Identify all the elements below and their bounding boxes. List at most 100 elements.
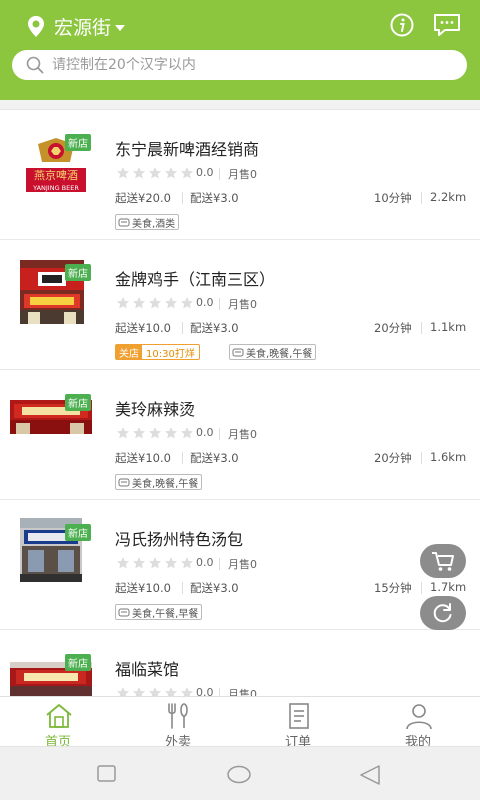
star-icon [117,297,129,309]
category-tag: 美食,晚餐,午餐 [229,344,317,360]
delivery-fee: 配送¥3.0 [190,451,239,465]
home-nav-icon[interactable] [226,765,252,785]
star-icon [181,687,193,696]
divider [182,322,183,334]
shop-name: 福临菜馆 [115,660,180,679]
star-rating [116,426,196,440]
star-icon [165,687,177,696]
order-icon [289,703,309,729]
divider [421,582,422,594]
divider [219,428,220,440]
shop-item[interactable]: 新店 美玲麻辣烫 0.0 月售0 起送¥10.0 配送¥3.0 20分钟 1.6… [0,370,480,500]
tab-profile[interactable]: 我的 [360,697,480,750]
monthly-sales: 月售0 [228,428,257,441]
info-icon[interactable] [388,12,418,38]
new-shop-badge: 新店 [65,394,91,411]
tag-text: 美食,晚餐,午餐 [132,478,199,490]
cart-button[interactable] [420,544,466,578]
star-rating [116,166,196,180]
shop-item[interactable]: 燕京啤酒 YANJING BEER 新店 东宁晨新啤酒经销商 0.0 月售0 起… [0,110,480,240]
refresh-button[interactable] [420,596,466,630]
bottom-tab-bar: 首页 外卖 订单 我的 [0,696,480,750]
star-icon [117,687,129,696]
divider [421,192,422,204]
min-order: 起送¥10.0 [115,451,171,465]
tab-takeout[interactable]: 外卖 [120,697,240,750]
star-icon [165,557,177,569]
divider [219,168,220,180]
star-icon [149,167,161,179]
recent-apps-icon[interactable] [97,765,117,783]
category-tag: 美食,酒类 [115,214,180,230]
star-icon [149,297,161,309]
location-selector[interactable]: 宏源街 [26,13,126,40]
star-rating [116,296,196,310]
min-order: 起送¥20.0 [115,191,171,205]
delivery-time: 10分钟 [374,191,412,205]
shop-name: 东宁晨新啤酒经销商 [115,140,260,159]
new-shop-badge: 新店 [65,264,91,281]
search-bar[interactable] [12,50,467,80]
search-input[interactable] [52,57,432,73]
star-icon [133,297,145,309]
tab-orders[interactable]: 订单 [240,697,360,750]
delivery-time: 15分钟 [374,581,412,595]
divider [421,452,422,464]
rating-value: 0.0 [196,686,214,696]
food-icon [232,348,244,357]
back-icon[interactable] [358,765,382,785]
app-header: 宏源街 [0,0,480,100]
star-icon [117,557,129,569]
closed-label: 关店 [116,345,142,360]
delivery-fee: 配送¥3.0 [190,191,239,205]
star-icon [181,557,193,569]
min-order: 起送¥10.0 [115,321,171,335]
divider [219,688,220,696]
rating-value: 0.0 [196,426,214,439]
star-icon [133,687,145,696]
delivery-time: 20分钟 [374,321,412,335]
star-icon [165,167,177,179]
star-icon [165,427,177,439]
shop-item[interactable]: 新店 金牌鸡手（江南三区） 0.0 月售0 起送¥10.0 配送¥3.0 20分… [0,240,480,370]
star-icon [133,167,145,179]
delivery-time: 20分钟 [374,451,412,465]
message-icon[interactable] [432,12,462,38]
category-tag: 美食,晚餐,午餐 [115,474,203,490]
shop-list[interactable]: 燕京啤酒 YANJING BEER 新店 东宁晨新啤酒经销商 0.0 月售0 起… [0,100,480,696]
tag-text: 美食,午餐,早餐 [132,608,199,620]
shop-item[interactable]: 新店 福临菜馆 0.0 月售0 [0,630,480,696]
new-shop-badge: 新店 [65,654,91,671]
tab-home[interactable]: 首页 [0,697,120,750]
shop-name: 金牌鸡手（江南三区） [115,270,276,289]
search-icon [26,56,44,74]
rating-value: 0.0 [196,166,214,179]
star-rating [116,686,196,696]
distance: 1.7km [430,580,467,594]
location-name: 宏源街 [54,17,112,39]
shop-name: 美玲麻辣烫 [115,400,196,419]
star-icon [149,557,161,569]
home-icon [46,704,72,728]
food-icon [118,608,130,617]
distance: 2.2km [430,190,467,204]
star-icon [181,167,193,179]
divider [182,452,183,464]
user-icon [406,704,432,730]
closed-status: 关店 10:30打烊 [115,344,200,360]
star-icon [149,687,161,696]
monthly-sales: 月售0 [228,688,257,696]
shop-item[interactable]: 新店 冯氏扬州特色汤包 0.0 月售0 起送¥10.0 配送¥3.0 15分钟 … [0,500,480,630]
refresh-icon [433,603,452,623]
distance: 1.1km [430,320,467,334]
location-pin-icon [28,15,44,37]
closing-time: 10:30打烊 [146,348,195,360]
svg-text:YANJING BEER: YANJING BEER [32,184,79,192]
star-icon [165,297,177,309]
food-icon [118,218,130,227]
delivery-fee: 配送¥3.0 [190,321,239,335]
monthly-sales: 月售0 [228,168,257,181]
cart-icon [432,552,454,571]
divider [219,558,220,570]
min-order: 起送¥10.0 [115,581,171,595]
